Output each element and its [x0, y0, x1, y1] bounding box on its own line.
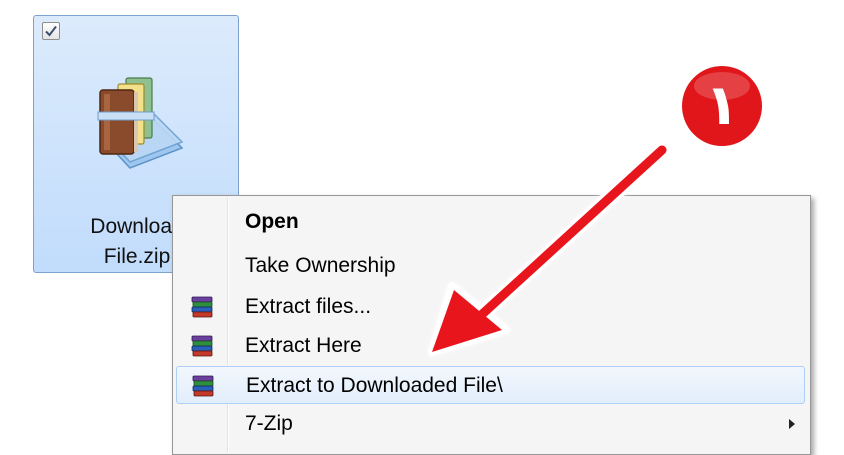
menu-item-extract-to-downloaded-file[interactable]: Extract to Downloaded File\: [176, 366, 805, 404]
menu-item-open[interactable]: Open: [176, 203, 805, 241]
winrar-books-icon: [191, 296, 213, 318]
checkmark-icon: [45, 25, 57, 37]
context-menu: Open Take Ownership Extract files... Ext…: [172, 195, 811, 455]
menu-item-label: Take Ownership: [245, 254, 396, 277]
menu-item-label: Extract Here: [245, 334, 362, 357]
winrar-books-icon: [191, 335, 213, 357]
menu-item-label: Extract files...: [245, 295, 372, 318]
winrar-archive-icon: [97, 77, 184, 169]
winrar-books-icon: [192, 375, 214, 397]
menu-item-7-zip[interactable]: 7-Zip: [176, 405, 805, 443]
selection-checkbox[interactable]: [42, 22, 60, 40]
step-number-badge: ١: [672, 56, 772, 156]
step-number-label: ١: [704, 73, 740, 138]
submenu-arrow-icon: [789, 419, 795, 429]
menu-item-take-ownership[interactable]: Take Ownership: [176, 247, 805, 285]
menu-item-label: Extract to Downloaded File\: [246, 374, 503, 397]
menu-item-label: Open: [245, 210, 299, 233]
menu-item-extract-here[interactable]: Extract Here: [176, 327, 805, 365]
menu-item-label: 7-Zip: [245, 412, 293, 435]
menu-item-extract-files[interactable]: Extract files...: [176, 288, 805, 326]
